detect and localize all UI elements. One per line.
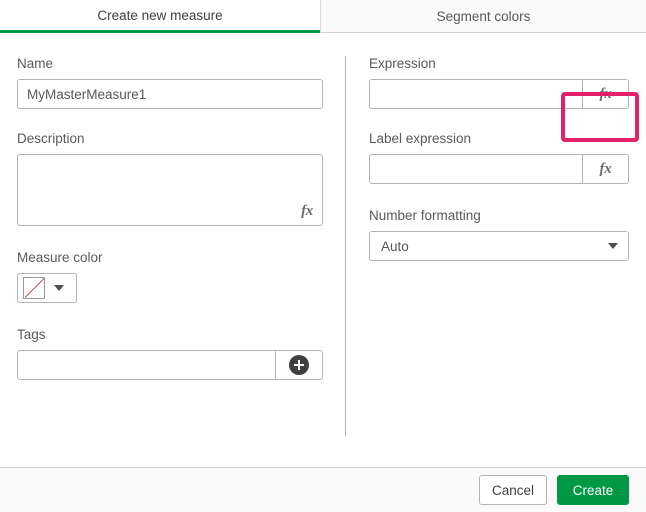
number-formatting-select[interactable]: Auto bbox=[369, 231, 629, 261]
expression-label: Expression bbox=[369, 56, 629, 72]
fx-icon: fx bbox=[600, 161, 612, 178]
label-expression-input[interactable] bbox=[369, 154, 582, 184]
create-button[interactable]: Create bbox=[557, 475, 629, 505]
name-input[interactable]: MyMasterMeasure1 bbox=[17, 79, 323, 109]
tab-label: Create new measure bbox=[97, 8, 222, 23]
tab-create-new-measure[interactable]: Create new measure bbox=[0, 0, 320, 33]
right-form-column: Expression fx Label expression fx Number… bbox=[369, 56, 629, 261]
number-formatting-value: Auto bbox=[381, 239, 409, 254]
fx-icon[interactable]: fx bbox=[301, 203, 313, 220]
fx-icon: fx bbox=[600, 86, 612, 103]
description-input[interactable]: fx bbox=[17, 154, 323, 226]
chevron-down-icon bbox=[54, 285, 64, 291]
name-label: Name bbox=[17, 56, 323, 72]
name-input-value: MyMasterMeasure1 bbox=[27, 87, 146, 102]
color-swatch-none-icon bbox=[23, 277, 45, 299]
expression-input[interactable] bbox=[369, 79, 582, 109]
label-expression-label: Label expression bbox=[369, 131, 629, 147]
left-form-column: Name MyMasterMeasure1 Description fx Mea… bbox=[17, 56, 323, 380]
expression-field: fx bbox=[369, 79, 629, 109]
tags-label: Tags bbox=[17, 327, 323, 343]
tab-bar: Create new measure Segment colors bbox=[0, 0, 646, 33]
cancel-button-label: Cancel bbox=[492, 483, 534, 498]
create-button-label: Create bbox=[573, 483, 614, 498]
expression-fx-button[interactable]: fx bbox=[582, 79, 629, 109]
tags-field bbox=[17, 350, 323, 380]
tags-input[interactable] bbox=[17, 350, 275, 380]
tab-segment-colors[interactable]: Segment colors bbox=[320, 0, 646, 33]
measure-color-picker[interactable] bbox=[17, 273, 77, 303]
description-label: Description bbox=[17, 131, 323, 147]
label-expression-fx-button[interactable]: fx bbox=[582, 154, 629, 184]
column-divider bbox=[345, 56, 346, 436]
cancel-button[interactable]: Cancel bbox=[479, 475, 547, 505]
measure-color-label: Measure color bbox=[17, 250, 323, 266]
tab-label: Segment colors bbox=[437, 9, 531, 24]
dialog-footer: Cancel Create bbox=[0, 467, 646, 512]
number-formatting-label: Number formatting bbox=[369, 208, 629, 224]
label-expression-field: fx bbox=[369, 154, 629, 184]
chevron-down-icon bbox=[608, 243, 618, 249]
plus-circle-icon bbox=[289, 355, 309, 375]
add-tag-button[interactable] bbox=[275, 350, 323, 380]
